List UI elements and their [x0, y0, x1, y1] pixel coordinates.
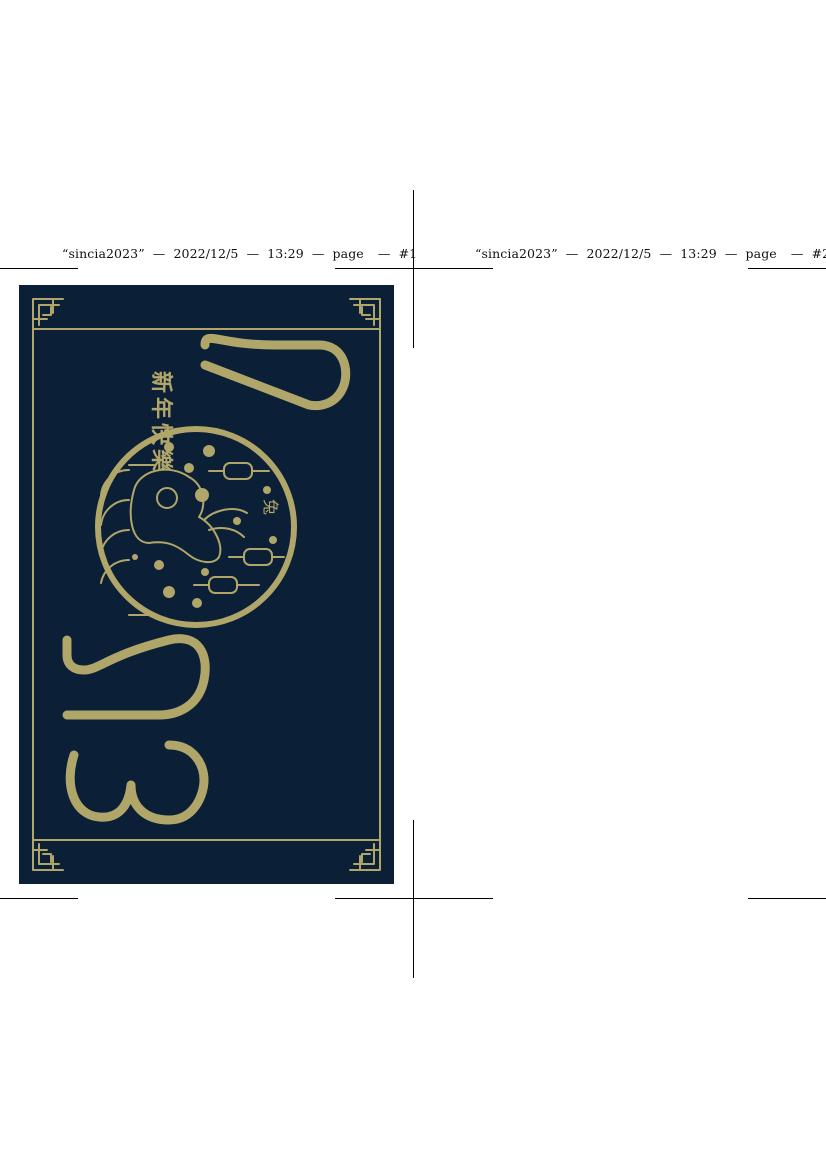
header-separator: —	[311, 246, 325, 261]
digit-2-top	[200, 333, 351, 411]
crop-mark	[335, 898, 493, 899]
header-page-word: page	[332, 246, 364, 261]
header-separator: —	[790, 246, 804, 261]
crop-mark	[0, 898, 78, 899]
digit-2-bottom	[62, 634, 210, 720]
crop-mark	[335, 268, 493, 269]
header-page-number: #2	[811, 246, 826, 261]
year-digits	[62, 333, 351, 825]
rabbit-figure	[129, 468, 222, 563]
header-file: “sincia2023”	[62, 246, 145, 261]
header-separator: —	[659, 246, 673, 261]
header-date: 2022/12/5	[173, 246, 239, 261]
crop-mark	[413, 820, 414, 978]
header-separator: —	[724, 246, 738, 261]
header-file: “sincia2023”	[475, 246, 558, 261]
new-year-card: 新年快樂 兔	[19, 285, 394, 884]
header-time: 13:29	[267, 246, 304, 261]
digit-3	[65, 740, 209, 825]
header-separator: —	[246, 246, 260, 261]
header-separator: —	[152, 246, 166, 261]
header-date: 2022/12/5	[586, 246, 652, 261]
crop-mark	[0, 268, 78, 269]
header-page-word: page	[745, 246, 777, 261]
card-artwork	[32, 298, 381, 871]
zodiac-character: 兔	[261, 499, 280, 516]
crop-mark	[413, 190, 414, 348]
crop-mark	[748, 898, 826, 899]
blessing-text: 新年快樂	[148, 371, 173, 476]
page-header-2: “sincia2023” — 2022/12/5 — 13:29 — page …	[475, 246, 826, 261]
header-page-number: #1	[398, 246, 418, 261]
crop-mark	[748, 268, 826, 269]
header-separator: —	[565, 246, 579, 261]
header-separator: —	[377, 246, 391, 261]
header-time: 13:29	[680, 246, 717, 261]
digit-0-circle	[95, 426, 297, 628]
page-header-1: “sincia2023” — 2022/12/5 — 13:29 — page …	[62, 246, 417, 261]
